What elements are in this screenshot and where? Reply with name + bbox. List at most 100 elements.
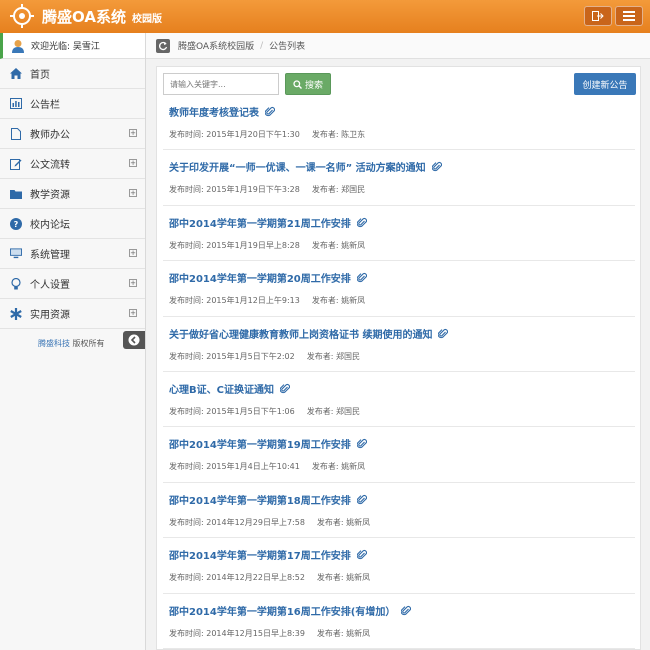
copyright: 腾盛科技 版权所有 (38, 338, 105, 349)
expand-plus-icon[interactable]: + (129, 159, 137, 167)
attachment-paperclip-icon[interactable] (264, 106, 276, 120)
search-button[interactable]: 搜索 (285, 73, 331, 95)
welcome-text: 欢迎光临: 吴雪江 (31, 42, 100, 52)
sidebar-item[interactable]: 公文流转 + (0, 149, 145, 179)
announcement-title-link[interactable]: 教师年度考核登记表 (169, 104, 276, 120)
logout-icon (592, 11, 604, 21)
attachment-paperclip-icon[interactable] (356, 549, 367, 563)
refresh-button[interactable] (156, 38, 170, 53)
announcement-row: 邵中2014学年第一学期第18周工作安排 发布时间: 2014年12月29日早上7… (163, 483, 635, 539)
publish-time: 发布时间: 2014年12月29日早上7:58 (169, 517, 305, 527)
publish-time: 发布时间: 2015年1月20日下午1:30 (169, 130, 300, 139)
app-title: 腾盛OA系统 (42, 8, 126, 26)
sidebar-item[interactable]: 教师办公 + (0, 119, 145, 149)
announcement-row: 邵中2014学年第一学期第16周工作安排(有增加） 发布时间: 2014年12月1… (163, 594, 635, 649)
announcement-panel: 搜索 创建新公告 教师年度考核登记表发布时间: 2015年1月20日下午1:30… (156, 66, 641, 650)
publisher: 发布者: 姚新凤 (311, 240, 366, 250)
announcement-title: 邵中2014学年第一学期第18周工作安排 (169, 495, 351, 507)
announcement-row: 邵中2014学年第一学期第21周工作安排发布时间: 2015年1月19日早上8:… (163, 206, 635, 262)
announcement-title-link[interactable]: 关于做好省心理健康教育教师上岗资格证书 续期使用的通知 (169, 326, 449, 342)
sidebar-item-label: 公告栏 (30, 100, 60, 111)
hamburger-icon (623, 11, 635, 21)
attachment-paperclip-icon[interactable] (431, 161, 442, 175)
collapse-sidebar-button[interactable] (123, 331, 145, 349)
app-subtitle: 校园版 (132, 14, 162, 25)
attachment-paperclip-icon[interactable] (356, 217, 367, 231)
announcement-row: 关于做好省心理健康教育教师上岗资格证书 续期使用的通知 发布时间: 2015年1月… (163, 317, 635, 372)
create-announcement-button[interactable]: 创建新公告 (574, 73, 636, 95)
company-link[interactable]: 腾盛科技 (38, 339, 70, 348)
publish-time: 发布时间: 2015年1月5日下午2:02 (169, 351, 295, 361)
sidebar-item-label: 教学资源 (30, 190, 70, 201)
expand-plus-icon[interactable]: + (129, 279, 137, 287)
sidebar-item[interactable]: 首页 (0, 59, 145, 89)
announcement-meta: 发布时间: 2014年12月22日早上8:52 发布者: 姚新凤 (169, 572, 370, 583)
search-button-label: 搜索 (304, 80, 323, 91)
sidebar-item-label: 教师办公 (30, 130, 70, 141)
announcement-meta: 发布时间: 2015年1月5日下午2:02 发布者: 郑国民 (169, 351, 360, 362)
announcement-title: 关于印发开展“一师一优课、一课一名师” 活动方案的通知 (169, 163, 426, 175)
publish-time: 发布时间: 2015年1月12日上午9:13 (169, 296, 300, 306)
expand-plus-icon[interactable]: + (129, 129, 137, 137)
lightbulb-icon (10, 277, 22, 290)
attachment-paperclip-icon[interactable] (438, 328, 449, 342)
announcement-meta: 发布时间: 2015年1月19日早上8:28 发布者: 姚新凤 (169, 240, 365, 251)
announcement-title: 邵中2014学年第一学期第21周工作安排 (169, 218, 351, 230)
copyright-text: 版权所有 (72, 339, 105, 348)
sidebar-item-label: 实用资源 (30, 310, 70, 321)
logout-button[interactable] (584, 6, 612, 26)
announcement-meta: 发布时间: 2014年12月15日早上8:39 发布者: 姚新凤 (169, 628, 370, 639)
publish-time: 发布时间: 2015年1月5日下午1:06 (169, 406, 295, 416)
announcement-row: 邵中2014学年第一学期第20周工作安排发布时间: 2015年1月12日上午9:… (163, 261, 635, 317)
announcement-title-link[interactable]: 邵中2014学年第一学期第21周工作安排 (169, 215, 367, 231)
announcement-title: 邵中2014学年第一学期第19周工作安排 (169, 440, 351, 452)
announcement-row: 教师年度考核登记表发布时间: 2015年1月20日下午1:30 发布者: 陈卫东 (163, 95, 635, 151)
attachment-paperclip-icon[interactable] (356, 272, 367, 286)
folder-icon (10, 188, 22, 200)
sidebar-item-label: 个人设置 (30, 280, 70, 291)
attachment-paperclip-icon[interactable] (356, 438, 367, 452)
publish-time: 发布时间: 2015年1月19日下午3:28 (169, 185, 300, 195)
announcement-title-link[interactable]: 邵中2014学年第一学期第18周工作安排 (169, 492, 367, 508)
announcement-title: 教师年度考核登记表 (169, 108, 259, 119)
attachment-paperclip-icon[interactable] (356, 494, 367, 508)
sidebar-item[interactable]: 教学资源 + (0, 179, 145, 209)
announcement-title-link[interactable]: 关于印发开展“一师一优课、一课一名师” 活动方案的通知 (169, 159, 442, 175)
announcement-title-link[interactable]: 心理B证、C证换证通知 (169, 381, 290, 397)
sidebar-item[interactable]: 个人设置 + (0, 269, 145, 299)
publisher: 发布者: 姚新凤 (316, 573, 371, 583)
sidebar-item[interactable]: 系统管理 + (0, 239, 145, 269)
attachment-paperclip-icon[interactable] (279, 383, 290, 397)
expand-plus-icon[interactable]: + (129, 189, 137, 197)
file-icon (10, 127, 22, 140)
bar-chart-icon (10, 98, 22, 110)
announcement-title-link[interactable]: 邵中2014学年第一学期第19周工作安排 (169, 436, 367, 452)
publisher: 发布者: 姚新凤 (311, 462, 366, 472)
announcement-meta: 发布时间: 2015年1月4日上午10:41 发布者: 姚新凤 (169, 461, 365, 472)
sidebar-item[interactable]: 实用资源 + (0, 299, 145, 329)
announcement-list: 教师年度考核登记表发布时间: 2015年1月20日下午1:30 发布者: 陈卫东关… (163, 95, 635, 649)
announcement-title: 心理B证、C证换证通知 (169, 384, 274, 396)
breadcrumb-separator: / (260, 40, 264, 51)
expand-plus-icon[interactable]: + (129, 309, 137, 317)
sidebar: 欢迎光临: 吴雪江 首页 公告栏 教师办公 + 公文流转 + 教学资源 +? 校内论坛 系统管理 +… (0, 33, 146, 650)
monitor-icon (10, 248, 22, 260)
breadcrumb-home[interactable]: 腾盛OA系统校园版 (178, 39, 254, 52)
announcement-title-link[interactable]: 邵中2014学年第一学期第16周工作安排(有增加） (169, 603, 412, 619)
sidebar-item[interactable]: ? 校内论坛 (0, 209, 145, 239)
attachment-paperclip-icon[interactable] (401, 605, 412, 619)
edit-icon (10, 158, 22, 170)
menu-button[interactable] (615, 6, 643, 26)
search-input[interactable] (163, 73, 279, 95)
publisher: 发布者: 陈卫东 (311, 130, 366, 139)
expand-plus-icon[interactable]: + (129, 249, 137, 257)
top-bar: 腾盛OA系统 校园版 (0, 0, 650, 33)
sidebar-item[interactable]: 公告栏 (0, 89, 145, 119)
announcement-title: 关于做好省心理健康教育教师上岗资格证书 续期使用的通知 (169, 329, 433, 341)
announcement-title-link[interactable]: 邵中2014学年第一学期第20周工作安排 (169, 270, 367, 286)
logo-crosshair-icon (10, 4, 34, 28)
question-icon: ? (10, 217, 22, 230)
publisher: 发布者: 郑国民 (311, 185, 366, 195)
announcement-title-link[interactable]: 邵中2014学年第一学期第17周工作安排 (169, 547, 367, 563)
publish-time: 发布时间: 2015年1月4日上午10:41 (169, 462, 300, 472)
